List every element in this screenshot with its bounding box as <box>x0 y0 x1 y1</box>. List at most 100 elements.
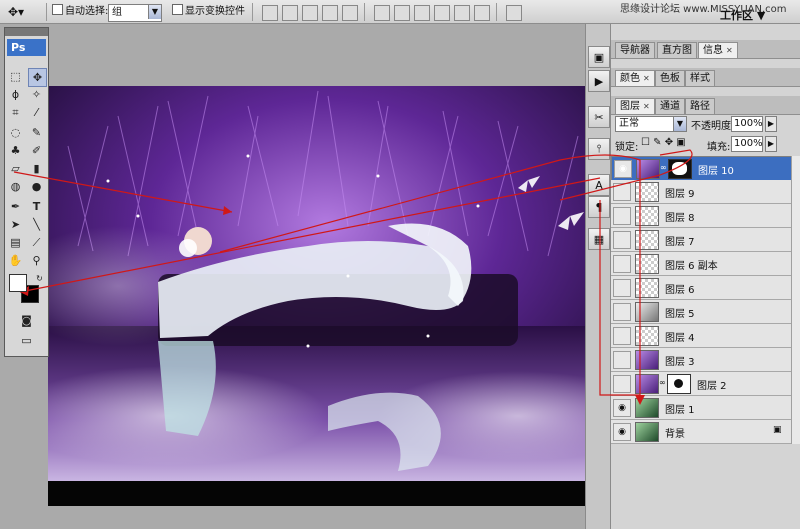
toolbox-header[interactable] <box>5 28 48 36</box>
visibility-eye-icon[interactable]: ◉ <box>613 399 631 417</box>
eraser-tool-icon[interactable]: ▱ <box>7 160 24 177</box>
visibility-eye-icon[interactable]: ◉ <box>614 160 632 178</box>
crop-tool-icon[interactable]: ⌗ <box>7 104 24 121</box>
align-vcenter-icon[interactable] <box>282 5 298 21</box>
visibility-eye-icon[interactable] <box>613 255 631 273</box>
layer-row[interactable]: 图层 6 <box>611 276 800 300</box>
hand-tool-icon[interactable]: ✋ <box>7 252 24 269</box>
pen-tool-icon[interactable]: ✒ <box>7 198 24 215</box>
tool-presets-icon[interactable]: ✂ <box>588 106 610 128</box>
brush-tool-icon[interactable]: ✎ <box>28 124 45 141</box>
distribute-bottom-icon[interactable] <box>414 5 430 21</box>
auto-select-dropdown[interactable]: 组 ▼ <box>108 4 162 22</box>
visibility-eye-icon[interactable] <box>613 231 631 249</box>
close-icon[interactable]: ✕ <box>643 102 650 111</box>
layer-row[interactable]: 图层 8 <box>611 204 800 228</box>
tab-color[interactable]: 颜色 ✕ <box>615 70 655 86</box>
opacity-arrow-icon[interactable]: ▶ <box>765 116 777 132</box>
align-top-icon[interactable] <box>262 5 278 21</box>
visibility-eye-icon[interactable] <box>613 327 631 345</box>
visibility-eye-icon[interactable] <box>613 207 631 225</box>
brushes-panel-icon[interactable]: ⫯ <box>588 138 610 160</box>
move-tool-icon[interactable]: ✥▾ <box>8 4 24 20</box>
layer-row[interactable]: ◉ 背景 ▣ <box>611 420 800 444</box>
layer-mask-thumbnail[interactable] <box>668 159 692 179</box>
foreground-color-swatch[interactable] <box>9 274 27 292</box>
distribute-top-icon[interactable] <box>374 5 390 21</box>
workspace-menu[interactable]: 工作区 ▼ <box>720 8 765 24</box>
character-panel-icon[interactable]: A <box>588 174 610 196</box>
link-icon[interactable]: ∞ <box>660 163 667 172</box>
fill-input[interactable]: 100% <box>731 136 763 152</box>
tab-swatches[interactable]: 色板 <box>655 70 685 86</box>
distribute-vcenter-icon[interactable] <box>394 5 410 21</box>
tab-info[interactable]: 信息 ✕ <box>698 42 738 58</box>
layer-row[interactable]: 图层 7 <box>611 228 800 252</box>
auto-align-icon[interactable] <box>506 5 522 21</box>
opacity-input[interactable]: 100% <box>731 116 763 132</box>
lasso-tool-icon[interactable]: ϕ <box>7 86 24 103</box>
healing-brush-icon[interactable]: ◌ <box>7 124 24 141</box>
distribute-hcenter-icon[interactable] <box>454 5 470 21</box>
paragraph-panel-icon[interactable]: ¶ <box>588 196 610 218</box>
align-hcenter-icon[interactable] <box>342 5 358 21</box>
tab-channels[interactable]: 通道 <box>655 98 685 114</box>
layer-row[interactable]: 图层 5 <box>611 300 800 324</box>
visibility-eye-icon[interactable] <box>613 351 631 369</box>
link-icon[interactable]: ∞ <box>659 378 666 387</box>
layer-row[interactable]: ∞ 图层 2 <box>611 372 800 396</box>
type-tool-icon[interactable]: T <box>28 198 45 215</box>
visibility-eye-icon[interactable] <box>613 279 631 297</box>
tab-paths[interactable]: 路径 <box>685 98 715 114</box>
marquee-tool-icon[interactable]: ⬚ <box>7 68 24 85</box>
blend-mode-select[interactable]: 正常 ▼ <box>615 116 687 132</box>
auto-select-checkbox[interactable]: 自动选择: <box>52 4 108 20</box>
layer-row[interactable]: 图层 3 <box>611 348 800 372</box>
clone-stamp-icon[interactable]: ♣ <box>7 142 24 159</box>
blur-tool-icon[interactable]: ◍ <box>7 178 24 195</box>
tab-layers[interactable]: 图层 ✕ <box>615 98 655 114</box>
align-left-icon[interactable] <box>322 5 338 21</box>
actions-panel-icon[interactable]: ▶ <box>588 70 610 92</box>
tab-histogram[interactable]: 直方图 <box>657 42 697 58</box>
dodge-tool-icon[interactable]: ● <box>28 178 45 195</box>
show-transform-checkbox[interactable]: 显示变换控件 <box>172 4 245 20</box>
tab-navigator[interactable]: 导航器 <box>615 42 655 58</box>
close-icon[interactable]: ✕ <box>643 74 650 83</box>
screen-mode-icon[interactable]: ▭ <box>18 332 35 349</box>
eyedropper-icon[interactable]: ⟋ <box>28 234 45 251</box>
visibility-eye-icon[interactable] <box>613 303 631 321</box>
magic-wand-icon[interactable]: ✧ <box>28 86 45 103</box>
tab-styles[interactable]: 样式 <box>685 70 715 86</box>
layers-scrollbar[interactable] <box>791 156 800 444</box>
distribute-right-icon[interactable] <box>474 5 490 21</box>
layer-row[interactable]: 图层 6 副本 <box>611 252 800 276</box>
visibility-eye-icon[interactable]: ◉ <box>613 423 631 441</box>
tab-color-label: 颜色 <box>620 73 640 84</box>
move-tool-icon[interactable]: ✥ <box>28 68 47 87</box>
layer-row[interactable]: 图层 4 <box>611 324 800 348</box>
close-icon[interactable]: ✕ <box>726 46 733 55</box>
align-bottom-icon[interactable] <box>302 5 318 21</box>
swap-colors-icon[interactable]: ↻ <box>31 270 48 287</box>
layer-comps-icon[interactable]: ▦ <box>588 228 610 250</box>
layer-mask-thumbnail[interactable] <box>667 374 691 394</box>
layer-row[interactable]: ◉ ∞ 图层 10 <box>611 156 800 181</box>
layer-row[interactable]: ◉ 图层 1 <box>611 396 800 420</box>
zoom-tool-icon[interactable]: ⚲ <box>28 252 45 269</box>
image-canvas[interactable] <box>48 86 604 481</box>
navigator-panel-icon[interactable]: ▣ <box>588 46 610 68</box>
line-tool-icon[interactable]: ╲ <box>28 216 45 233</box>
quick-mask-icon[interactable]: ◙ <box>18 312 35 329</box>
slice-tool-icon[interactable]: ⁄ <box>28 104 45 121</box>
visibility-eye-icon[interactable] <box>613 375 631 393</box>
notes-tool-icon[interactable]: ▤ <box>7 234 24 251</box>
gradient-tool-icon[interactable]: ▮ <box>28 160 45 177</box>
path-selection-icon[interactable]: ➤ <box>7 216 24 233</box>
visibility-eye-icon[interactable] <box>613 183 631 201</box>
fill-arrow-icon[interactable]: ▶ <box>765 136 777 152</box>
layer-row[interactable]: 图层 9 <box>611 180 800 204</box>
lock-icons[interactable]: ☐ ✎ ✥ ▣ <box>641 137 686 148</box>
distribute-left-icon[interactable] <box>434 5 450 21</box>
history-brush-icon[interactable]: ✐ <box>28 142 45 159</box>
